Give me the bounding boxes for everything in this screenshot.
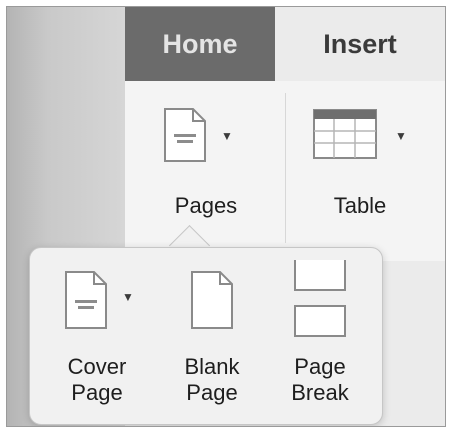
page-break-icon [292, 260, 348, 343]
tab-insert[interactable]: Insert [275, 7, 445, 81]
app-window: Home Insert ▼ Pages ▼ Table ▼ Cover Page… [6, 6, 446, 427]
blank-page-label: Blank Page [184, 354, 240, 405]
table-label: Table [333, 193, 387, 218]
cover-page-icon [62, 270, 110, 335]
page-break-label: Page Break [291, 354, 349, 405]
cover-page-button[interactable]: ▼ Cover Page [42, 264, 152, 414]
ribbon-divider [285, 93, 286, 243]
table-button[interactable]: ▼ Table [295, 99, 425, 229]
table-grid-icon [313, 109, 377, 164]
insert-ribbon: ▼ Pages ▼ Table [125, 81, 445, 261]
ribbon-tab-bar: Home Insert [125, 7, 445, 81]
page-break-button[interactable]: Page Break [268, 260, 372, 414]
chevron-down-icon[interactable]: ▼ [395, 129, 407, 143]
blank-page-icon [188, 270, 236, 335]
document-icon [161, 107, 209, 168]
blank-page-button[interactable]: Blank Page [162, 264, 262, 414]
pages-popover: ▼ Cover Page Blank Page Page Break [29, 247, 383, 425]
pages-button[interactable]: ▼ Pages [141, 99, 271, 229]
chevron-down-icon[interactable]: ▼ [122, 290, 134, 304]
chevron-down-icon[interactable]: ▼ [221, 129, 233, 143]
tab-home[interactable]: Home [125, 7, 275, 81]
cover-page-label: Cover Page [67, 354, 127, 405]
pages-label: Pages [174, 193, 238, 218]
